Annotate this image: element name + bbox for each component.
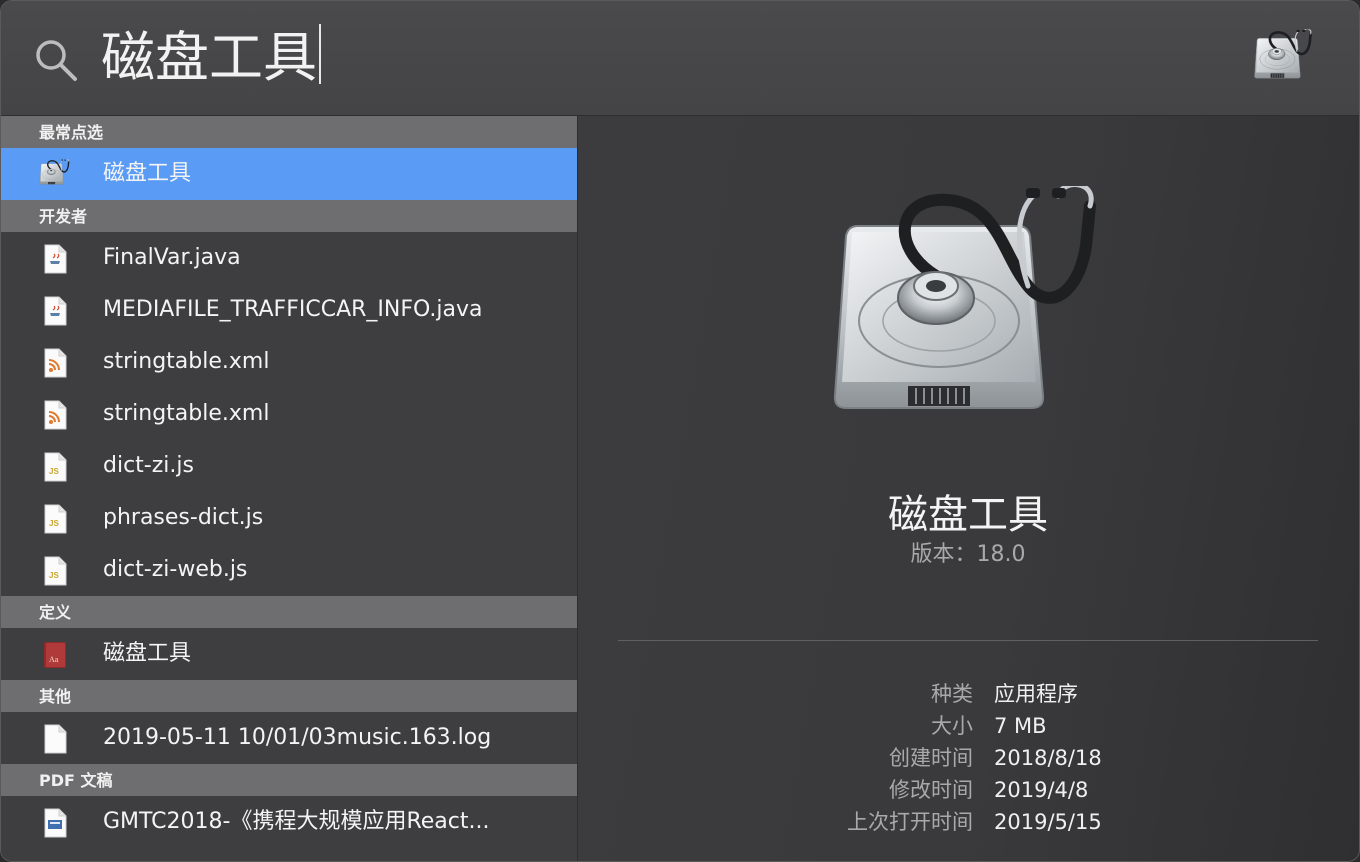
list-item-label: 2019-05-11 10/01/03music.163.log <box>103 725 492 750</box>
section-header-frequent: 最常点选 <box>1 116 577 148</box>
section-header-definition: 定义 <box>1 596 577 628</box>
list-item[interactable]: 磁盘工具 <box>1 148 577 200</box>
preview-pane: 磁盘工具 版本：18.0 种类 应用程序 大小 7 MB 创建时间 2018/8… <box>578 116 1359 861</box>
xml-file-icon <box>41 348 69 378</box>
disk-utility-icon <box>1253 25 1319 91</box>
metadata-value: 2019/5/15 <box>994 810 1102 834</box>
metadata-value: 2019/4/8 <box>994 778 1089 802</box>
app-title: 磁盘工具 <box>888 492 1048 538</box>
document-icon <box>41 724 69 754</box>
list-item-label: GMTC2018-《携程大规模应用React... <box>103 809 490 834</box>
metadata-key: 种类 <box>931 682 973 706</box>
list-item-label: dict-zi.js <box>103 453 194 478</box>
list-item-label: phrases-dict.js <box>103 505 264 530</box>
metadata-row: 大小 7 MB <box>578 710 1359 742</box>
list-item[interactable]: GMTC2018-《携程大规模应用React... <box>1 796 577 848</box>
disk-utility-icon <box>828 186 1128 446</box>
list-item-label: MEDIAFILE_TRAFFICCAR_INFO.java <box>103 297 483 322</box>
divider <box>618 640 1318 641</box>
js-file-icon: JS <box>41 504 69 534</box>
section-header-developer: 开发者 <box>1 200 577 232</box>
js-file-icon: JS <box>41 452 69 482</box>
metadata-row: 种类 应用程序 <box>578 678 1359 710</box>
svg-text:JS: JS <box>49 519 59 528</box>
list-item[interactable]: 2019-05-11 10/01/03music.163.log <box>1 712 577 764</box>
java-file-icon <box>41 296 69 326</box>
dictionary-icon: Aa <box>44 642 66 668</box>
app-version: 版本：18.0 <box>910 542 1026 567</box>
metadata-row: 修改时间 2019/4/8 <box>578 774 1359 806</box>
metadata-row: 创建时间 2018/8/18 <box>578 742 1359 774</box>
metadata-key: 创建时间 <box>889 746 973 770</box>
list-item[interactable]: FinalVar.java <box>1 232 577 284</box>
metadata-key: 修改时间 <box>889 778 973 802</box>
svg-text:Aa: Aa <box>49 655 59 664</box>
search-bar[interactable]: 磁盘工具 <box>1 1 1359 116</box>
metadata-table: 种类 应用程序 大小 7 MB 创建时间 2018/8/18 修改时间 2019… <box>578 678 1359 838</box>
list-item[interactable]: stringtable.xml <box>1 388 577 440</box>
list-item[interactable]: MEDIAFILE_TRAFFICCAR_INFO.java <box>1 284 577 336</box>
list-item[interactable]: JS dict-zi.js <box>1 440 577 492</box>
search-input[interactable]: 磁盘工具 <box>101 23 321 93</box>
search-icon <box>36 40 77 81</box>
spotlight-window: 磁盘工具 最常点选 磁盘工具 开发者 FinalVar.java MEDIAFI… <box>0 0 1360 862</box>
results-list: 最常点选 磁盘工具 开发者 FinalVar.java MEDIAFILE_TR… <box>1 116 578 861</box>
list-item-label: stringtable.xml <box>103 349 270 374</box>
section-header-pdf: PDF 文稿 <box>1 764 577 796</box>
list-item-label: 磁盘工具 <box>103 161 192 186</box>
disk-utility-icon <box>39 159 73 189</box>
metadata-key: 大小 <box>931 714 973 738</box>
pdf-file-icon <box>41 808 69 838</box>
list-item[interactable]: stringtable.xml <box>1 336 577 388</box>
metadata-key: 上次打开时间 <box>847 810 973 834</box>
list-item[interactable]: JS dict-zi-web.js <box>1 544 577 596</box>
metadata-value: 7 MB <box>994 714 1047 738</box>
js-file-icon: JS <box>41 556 69 586</box>
java-file-icon <box>41 244 69 274</box>
list-item-label: dict-zi-web.js <box>103 557 248 582</box>
metadata-value: 2018/8/18 <box>994 746 1102 770</box>
text-caret <box>319 24 321 84</box>
svg-text:JS: JS <box>49 467 59 476</box>
list-item[interactable]: JS phrases-dict.js <box>1 492 577 544</box>
list-item[interactable]: Aa 磁盘工具 <box>1 628 577 680</box>
section-header-other: 其他 <box>1 680 577 712</box>
list-item-label: stringtable.xml <box>103 401 270 426</box>
search-query: 磁盘工具 <box>101 26 317 89</box>
metadata-row: 上次打开时间 2019/5/15 <box>578 806 1359 838</box>
list-item-label: 磁盘工具 <box>103 641 192 666</box>
svg-text:JS: JS <box>49 571 59 580</box>
list-item-label: FinalVar.java <box>103 245 241 270</box>
xml-file-icon <box>41 400 69 430</box>
metadata-value: 应用程序 <box>994 682 1078 706</box>
